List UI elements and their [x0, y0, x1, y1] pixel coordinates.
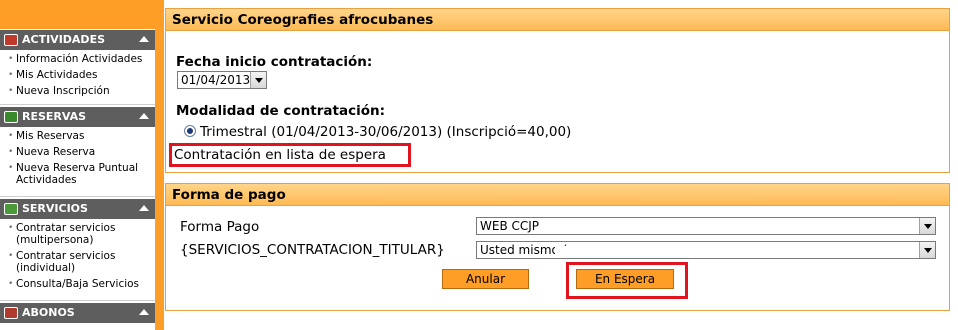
sidebar-item-nueva-reserva-puntual[interactable]: Nueva Reserva Puntual Actividades	[8, 162, 155, 186]
fecha-inicio-value: 01/04/2013	[181, 73, 251, 87]
service-panel: Servicio Coreografies afrocubanes Fecha …	[165, 8, 950, 173]
sidebar-item-consulta-baja[interactable]: Consulta/Baja Servicios	[8, 278, 155, 290]
chevron-down-icon[interactable]	[919, 218, 935, 234]
sidebar-item-nueva-inscripcion[interactable]: Nueva Inscripción	[8, 85, 155, 97]
sidebar-section-servicios: SERVICIOS Contratar servicios (multipers…	[0, 199, 155, 298]
sidebar-stripe	[155, 0, 164, 330]
payment-panel: Forma de pago Forma Pago WEB CCJP {SERVI…	[165, 183, 950, 311]
sidebar: ACTIVIDADES Información Actividades Mis …	[0, 0, 155, 330]
sidebar-item-mis-actividades[interactable]: Mis Actividades	[8, 69, 155, 81]
sidebar-section-actividades: ACTIVIDADES Información Actividades Mis …	[0, 30, 155, 105]
modalidad-radio[interactable]	[184, 125, 196, 137]
forma-pago-select[interactable]: WEB CCJP	[476, 217, 936, 235]
sidebar-section-reservas: RESERVAS Mis Reservas Nueva Reserva Nuev…	[0, 107, 155, 194]
highlight-box	[566, 262, 688, 299]
highlight-box	[169, 143, 411, 167]
sidebar-item-informacion-actividades[interactable]: Información Actividades	[8, 53, 155, 65]
collapse-arrow-icon[interactable]	[139, 113, 149, 119]
calendar-icon	[4, 34, 18, 46]
sidebar-item-nueva-reserva[interactable]: Nueva Reserva	[8, 146, 155, 158]
fecha-inicio-select[interactable]: 01/04/2013	[177, 71, 267, 89]
forma-pago-value: WEB CCJP	[480, 219, 540, 233]
modalidad-option-label: Trimestral (01/04/2013-30/06/2013) (Insc…	[200, 124, 572, 140]
chevron-down-icon[interactable]	[250, 72, 266, 88]
chevron-down-icon[interactable]	[919, 242, 935, 258]
anular-button[interactable]: Anular	[442, 269, 529, 289]
card-icon	[4, 307, 18, 319]
payment-panel-title: Forma de pago	[166, 184, 949, 206]
sidebar-header-reservas[interactable]: RESERVAS	[0, 107, 155, 127]
sidebar-item-contratar-individual[interactable]: Contratar servicios (individual)	[8, 250, 155, 274]
modalidad-label: Modalidad de contratación:	[176, 103, 385, 119]
titular-label: {SERVICIOS_CONTRATACION_TITULAR}	[180, 242, 445, 258]
titular-select[interactable]: Usted mismo (	[476, 241, 936, 259]
sidebar-item-contratar-multipersona[interactable]: Contratar servicios (multipersona)	[8, 222, 155, 246]
sidebar-header-label: RESERVAS	[22, 110, 87, 123]
redacted-area	[555, 246, 785, 256]
sidebar-header-servicios[interactable]: SERVICIOS	[0, 199, 155, 219]
sidebar-divider	[0, 300, 155, 301]
sidebar-header-actividades[interactable]: ACTIVIDADES	[0, 30, 155, 50]
fecha-inicio-label: Fecha inicio contratación:	[176, 54, 373, 70]
sidebar-top-bar	[0, 0, 155, 29]
sidebar-divider	[0, 196, 155, 197]
sidebar-header-label: ACTIVIDADES	[22, 33, 105, 46]
list-icon	[4, 203, 18, 215]
sidebar-section-abonos: ABONOS	[0, 303, 155, 323]
service-panel-title: Servicio Coreografies afrocubanes	[166, 9, 949, 31]
sidebar-header-abonos[interactable]: ABONOS	[0, 303, 155, 323]
sidebar-item-mis-reservas[interactable]: Mis Reservas	[8, 130, 155, 142]
collapse-arrow-icon[interactable]	[139, 309, 149, 315]
collapse-arrow-icon[interactable]	[139, 205, 149, 211]
collapse-arrow-icon[interactable]	[139, 36, 149, 42]
sidebar-header-label: ABONOS	[22, 306, 75, 319]
grid-icon	[4, 111, 18, 123]
sidebar-divider	[0, 104, 155, 105]
forma-pago-label: Forma Pago	[180, 219, 260, 235]
sidebar-header-label: SERVICIOS	[22, 202, 88, 215]
